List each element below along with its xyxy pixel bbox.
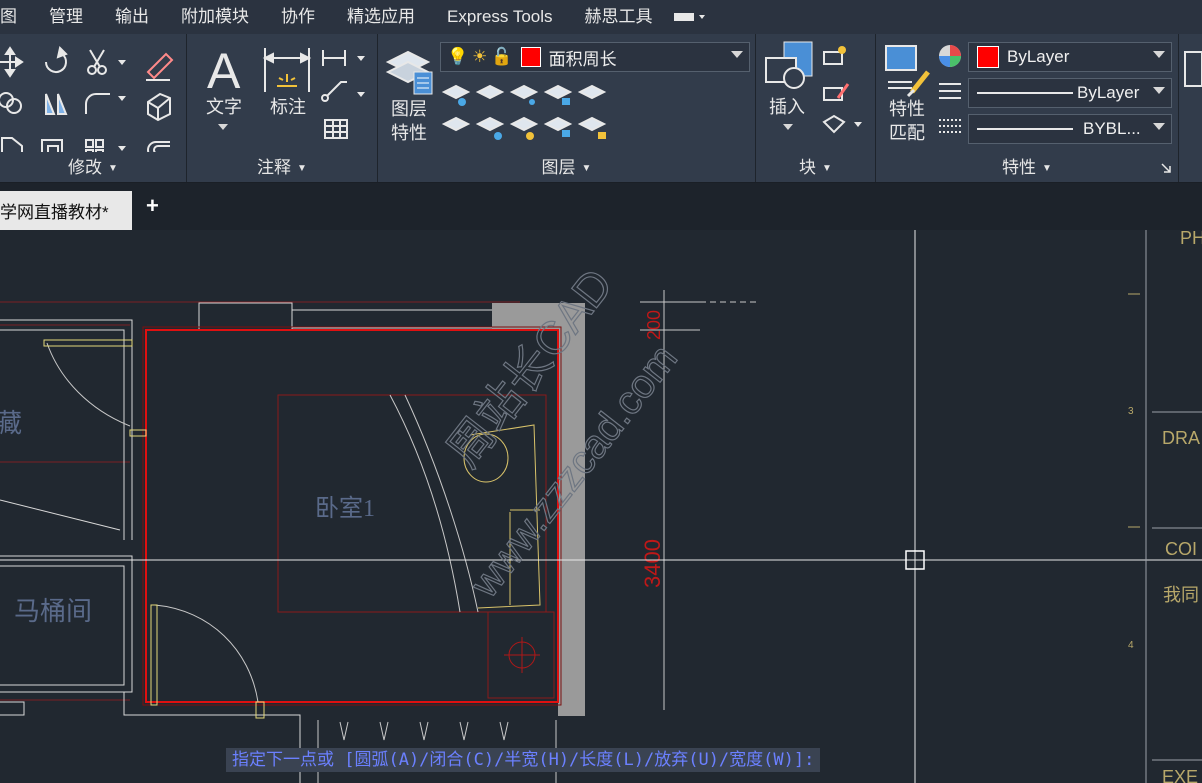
panel-properties-title[interactable]: 特性 ▼ (876, 153, 1178, 178)
menu-item-hesi-tools[interactable]: 赫思工具 (569, 0, 669, 34)
room-label-toilet: 马桶间 (14, 597, 92, 626)
grid-tick-3: 3 (1128, 406, 1134, 417)
panel-modify: 修改 ▼ (0, 34, 187, 182)
chevron-down-icon: ▼ (108, 163, 118, 175)
chevron-down-icon (1153, 87, 1165, 94)
panel-modify-title[interactable]: 修改 ▼ (0, 153, 186, 178)
room-label-bedroom: 卧室1 (315, 495, 375, 522)
lineweight-dropdown[interactable]: BYBL... (968, 114, 1172, 144)
chevron-down-icon: ▼ (581, 163, 592, 175)
menu-bar: 图 管理 输出 附加模块 协作 精选应用 Express Tools 赫思工具 (0, 0, 1202, 34)
room-label-storage: 藏 (0, 409, 22, 438)
panel-launcher-icon[interactable] (1160, 162, 1172, 174)
chevron-down-icon (731, 51, 743, 58)
linetype-dropdown[interactable]: ByLayer (968, 78, 1172, 108)
title-block-text-1: PH (1180, 230, 1202, 248)
svg-text:A: A (207, 44, 241, 94)
linetype-value: ByLayer (1077, 83, 1140, 102)
command-line[interactable]: 指定下一点或 [圆弧(A)/闭合(C)/半宽(H)/长度(L)/放弃(U)/宽度… (226, 748, 821, 772)
layer-color-swatch (520, 47, 541, 67)
match-properties-label-1[interactable]: 特性 (884, 98, 930, 120)
drawing-canvas[interactable]: 200 3400 PH DRA COI 我同 EXE 3 4 卧室1 马桶间 藏… (0, 230, 1202, 783)
modify-tools-icon (0, 46, 174, 152)
linetype-preview (977, 92, 1073, 94)
color-dropdown[interactable]: ByLayer (968, 42, 1172, 72)
ribbon: 修改 ▼ A 文字 标注 注释 ▼ 图层 特性 💡 ☀ 🔓 面积周长 图层 ▼ … (0, 34, 1202, 183)
menu-item-collaborate[interactable]: 协作 (265, 0, 331, 34)
property-type-icons (939, 45, 961, 133)
new-tab-button[interactable]: + (146, 193, 159, 219)
menu-item-manage[interactable]: 管理 (33, 0, 99, 34)
menu-item-addins[interactable]: 附加模块 (165, 0, 265, 34)
menu-item-express-tools[interactable]: Express Tools (431, 0, 569, 34)
insert-block-icon[interactable] (762, 40, 816, 94)
ribbon-state-icon (673, 13, 705, 21)
menu-item-view[interactable]: 图 (0, 0, 33, 34)
dimension-tool-label[interactable]: 标注 (265, 96, 311, 118)
text-tool-icon[interactable]: A (203, 44, 249, 94)
sun-icon: ☀ (472, 47, 488, 66)
unlock-icon: 🔓 (491, 47, 513, 66)
chevron-down-icon: ▼ (822, 163, 832, 175)
annotation-small-tools-icon[interactable] (321, 44, 369, 140)
chevron-down-icon: ▼ (297, 163, 307, 175)
panel-layers: 图层 特性 💡 ☀ 🔓 面积周长 图层 ▼ (378, 34, 756, 182)
lineweight-preview (977, 128, 1073, 130)
file-tab-bar: 学网直播教材* + (0, 183, 1202, 230)
grid-tick-4: 4 (1128, 640, 1134, 651)
layer-dropdown[interactable]: 💡 ☀ 🔓 面积周长 (440, 42, 750, 72)
layer-properties-icon[interactable] (384, 42, 434, 98)
menu-item-output[interactable]: 输出 (99, 0, 165, 34)
panel-block-title[interactable]: 块 ▼ (756, 153, 875, 178)
floor-plan-drawing[interactable]: 200 3400 PH DRA COI 我同 EXE 3 4 卧室1 马桶间 藏… (0, 230, 1202, 783)
current-layer-name: 面积周长 (548, 49, 617, 69)
panel-block: 插入 块 ▼ (756, 34, 876, 182)
title-block-text-2: DRA (1162, 428, 1200, 448)
color-swatch (977, 46, 999, 68)
panel-layers-title[interactable]: 图层 ▼ (378, 153, 755, 178)
panel-annotation: A 文字 标注 注释 ▼ (187, 34, 378, 182)
lightbulb-icon: 💡 (447, 47, 469, 66)
panel-annotation-title[interactable]: 注释 ▼ (187, 153, 377, 178)
chevron-down-icon (1153, 51, 1165, 58)
match-properties-label-2[interactable]: 匹配 (884, 122, 930, 144)
chevron-down-icon[interactable] (217, 122, 229, 132)
chevron-down-icon[interactable] (782, 122, 794, 132)
insert-block-label[interactable]: 插入 (764, 96, 810, 118)
title-block-text-4: 我同 (1163, 585, 1199, 605)
title-block-text-5: EXE (1162, 767, 1198, 783)
dimension-side-text: 3400 (640, 539, 665, 588)
layer-properties-label-2[interactable]: 特性 (386, 122, 432, 144)
panel-groups-partial (1179, 34, 1202, 182)
dimension-tool-icon[interactable] (261, 44, 313, 94)
menu-item-featured-apps[interactable]: 精选应用 (331, 0, 431, 34)
layer-tools-icon[interactable] (440, 80, 620, 150)
match-properties-icon[interactable] (882, 42, 932, 98)
dimension-top-text: 200 (644, 310, 664, 340)
chevron-down-icon (1153, 123, 1165, 130)
text-tool-label[interactable]: 文字 (201, 96, 247, 118)
ribbon-minimize-dropdown[interactable] (669, 10, 707, 24)
color-value: ByLayer (1007, 47, 1070, 66)
chevron-down-icon: ▼ (1042, 163, 1052, 175)
group-icon[interactable] (1183, 50, 1202, 90)
panel-properties: 特性 匹配 ByLayer ByLayer BYBL... 特性 ▼ (876, 34, 1179, 182)
layer-properties-label-1[interactable]: 图层 (386, 98, 432, 120)
title-block-text-3: COI (1165, 539, 1197, 559)
lineweight-value: BYBL... (1083, 119, 1141, 138)
block-tools-icon[interactable] (820, 44, 868, 140)
tab-document[interactable]: 学网直播教材* (0, 191, 132, 230)
